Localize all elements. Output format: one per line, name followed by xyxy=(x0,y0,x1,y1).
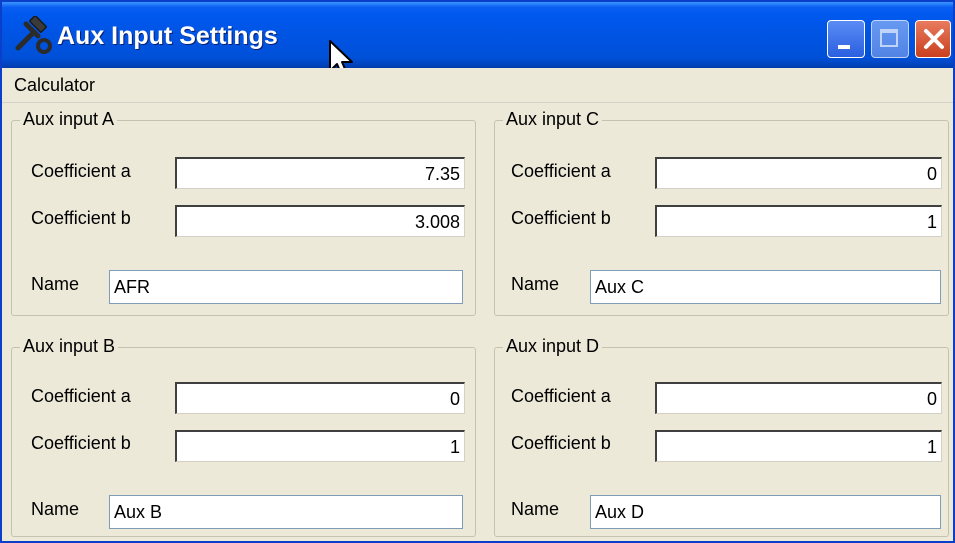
name-input[interactable]: AFR xyxy=(109,270,463,304)
aux-input-c-group: Aux input C Coefficient a 0 Coefficient … xyxy=(494,109,949,316)
coefficient-a-label: Coefficient a xyxy=(511,386,611,406)
name-label: Name xyxy=(511,274,560,294)
coefficient-b-label: Coefficient b xyxy=(511,208,611,228)
title-bar[interactable]: Aux Input Settings xyxy=(2,2,953,79)
coefficient-a-input[interactable]: 7.35 xyxy=(175,157,465,189)
close-icon xyxy=(924,29,944,49)
maximize-button[interactable] xyxy=(871,20,909,58)
hammer-wrench-icon xyxy=(15,16,52,54)
aux-input-a-group: Aux input A Coefficient a 7.35 Coefficie… xyxy=(11,109,476,316)
window-title: Aux Input Settings xyxy=(57,22,278,50)
menu-bar: Calculator xyxy=(2,68,953,103)
aux-input-settings-window: Aux Input Settings Calculator Aux input … xyxy=(0,0,955,543)
coefficient-b-input[interactable]: 1 xyxy=(175,430,465,462)
aux-input-d-legend: Aux input D xyxy=(503,336,603,357)
name-input[interactable]: Aux D xyxy=(590,495,941,529)
coefficient-b-input[interactable]: 3.008 xyxy=(175,205,465,237)
coefficient-a-label: Coefficient a xyxy=(31,386,131,406)
coefficient-a-input[interactable]: 0 xyxy=(655,382,942,414)
coefficient-b-input[interactable]: 1 xyxy=(655,205,942,237)
aux-input-b-legend: Aux input B xyxy=(20,336,119,357)
menu-item-calculator[interactable]: Calculator xyxy=(14,75,95,96)
coefficient-a-input[interactable]: 0 xyxy=(655,157,942,189)
minimize-button[interactable] xyxy=(827,20,865,58)
coefficient-b-label: Coefficient b xyxy=(31,433,131,453)
aux-input-d-group: Aux input D Coefficient a 0 Coefficient … xyxy=(494,336,949,537)
aux-input-b-group: Aux input B Coefficient a 0 Coefficient … xyxy=(11,336,476,537)
coefficient-a-label: Coefficient a xyxy=(511,161,611,181)
close-button[interactable] xyxy=(915,20,951,58)
coefficient-b-input[interactable]: 1 xyxy=(655,430,942,462)
name-input[interactable]: Aux C xyxy=(590,270,941,304)
coefficient-a-input[interactable]: 0 xyxy=(175,382,465,414)
coefficient-b-label: Coefficient b xyxy=(511,433,611,453)
aux-input-c-legend: Aux input C xyxy=(503,109,603,130)
name-input[interactable]: Aux B xyxy=(109,495,463,529)
name-label: Name xyxy=(31,274,80,294)
name-label: Name xyxy=(511,499,560,519)
aux-input-a-legend: Aux input A xyxy=(20,109,118,130)
coefficient-a-label: Coefficient a xyxy=(31,161,131,181)
name-label: Name xyxy=(31,499,80,519)
coefficient-b-label: Coefficient b xyxy=(31,208,131,228)
